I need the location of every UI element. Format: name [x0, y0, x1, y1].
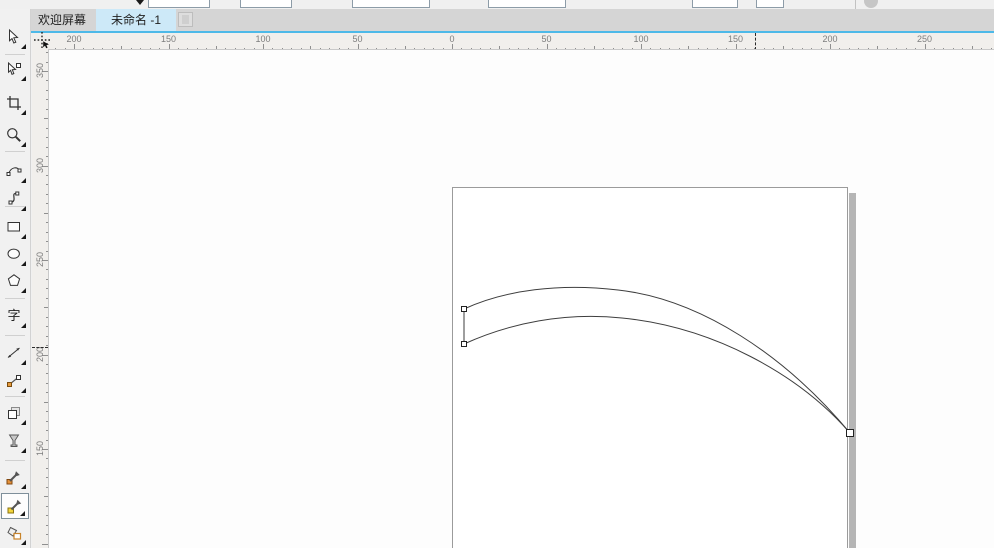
ruler-label: 200: [35, 348, 45, 362]
propbar-field[interactable]: [240, 0, 292, 8]
ruler-label: 350: [35, 64, 45, 78]
polygon-tool[interactable]: [1, 269, 29, 295]
propbar-field[interactable]: [148, 0, 210, 8]
page-shadow: [849, 193, 856, 548]
tab-untitled-1[interactable]: 未命名 -1: [96, 9, 176, 31]
ellipse-tool[interactable]: [1, 242, 29, 268]
toolbox-divider: [5, 151, 25, 152]
flyout-arrow-icon: [20, 511, 25, 516]
contour-tool[interactable]: [1, 401, 29, 427]
propbar-field[interactable]: [692, 0, 738, 8]
ruler-label: 50: [352, 34, 362, 44]
flyout-arrow-icon: [21, 234, 26, 239]
ruler-label: 100: [633, 34, 648, 44]
toolbox-divider: [5, 460, 25, 461]
ruler-label: 150: [161, 34, 176, 44]
ruler-label: 200: [66, 34, 81, 44]
ruler-label: 250: [917, 34, 932, 44]
tab-welcome-screen[interactable]: 欢迎屏幕: [28, 9, 96, 31]
ruler-label: 250: [35, 253, 45, 267]
ruler-label: 200: [822, 34, 837, 44]
toolbox-divider: [5, 54, 25, 55]
toolbox-divider: [5, 206, 25, 207]
ruler-label: 0: [449, 34, 454, 44]
pick-tool[interactable]: [1, 25, 29, 51]
smart-fill-tool[interactable]: [1, 521, 29, 547]
toolbox-divider: [5, 298, 25, 299]
propbar-divider: [855, 0, 856, 9]
flyout-arrow-icon: [21, 420, 26, 425]
flyout-arrow-icon: [21, 76, 26, 81]
text-tool[interactable]: 字: [1, 304, 29, 330]
ruler-label: 100: [255, 34, 270, 44]
flyout-arrow-icon: [21, 288, 26, 293]
page[interactable]: [452, 187, 848, 548]
flyout-arrow-icon: [21, 261, 26, 266]
propbar-field[interactable]: [756, 0, 784, 8]
new-document-icon[interactable]: [178, 12, 193, 27]
toolbox: 字: [0, 9, 31, 548]
fill-tool[interactable]: [1, 493, 29, 519]
dropdown-arrow-icon[interactable]: [136, 0, 144, 5]
flyout-arrow-icon: [21, 110, 26, 115]
flyout-arrow-icon: [21, 540, 26, 545]
svg-text:字: 字: [7, 308, 20, 323]
flyout-arrow-icon: [21, 360, 26, 365]
property-bar-partial: [0, 0, 994, 9]
propbar-field[interactable]: [488, 0, 566, 8]
flyout-arrow-icon: [21, 323, 26, 328]
flyout-arrow-icon: [21, 448, 26, 453]
connector-tool[interactable]: [1, 369, 29, 395]
flyout-arrow-icon: [21, 388, 26, 393]
shape-tool[interactable]: [1, 57, 29, 83]
shape-tool-cursor-icon: [33, 31, 51, 49]
ruler-label: 150: [728, 34, 743, 44]
cursor-position-marker: [755, 33, 756, 50]
bspline-tool[interactable]: [1, 187, 29, 213]
flyout-arrow-icon: [21, 142, 26, 147]
coreldraw-window: 欢迎屏幕 未命名 -1 字 350 300 250 200 150 200 150 100 5…: [0, 0, 994, 548]
freehand-tool[interactable]: [1, 159, 29, 185]
ruler-label: 150: [35, 442, 45, 456]
dimension-tool[interactable]: [1, 341, 29, 367]
propbar-field[interactable]: [352, 0, 430, 8]
crop-tool[interactable]: [1, 91, 29, 117]
ruler-label: 300: [35, 159, 45, 173]
flyout-arrow-icon: [21, 484, 26, 489]
cursor-position-marker: [32, 347, 48, 348]
eyedropper-tool[interactable]: [1, 465, 29, 491]
document-tab-bar: 欢迎屏幕 未命名 -1: [0, 9, 994, 31]
flyout-arrow-icon: [21, 178, 26, 183]
toolbox-divider: [5, 396, 25, 397]
toolbox-divider: [5, 335, 25, 336]
transparency-tool[interactable]: [1, 429, 29, 455]
rectangle-tool[interactable]: [1, 215, 29, 241]
horizontal-ruler[interactable]: 200 150 100 50 0 50 100 150 200 250: [48, 33, 994, 50]
zoom-tool[interactable]: [1, 123, 29, 149]
propbar-button-partial[interactable]: [864, 0, 878, 8]
flyout-arrow-icon: [21, 44, 26, 49]
vertical-ruler[interactable]: 350 300 250 200 150: [32, 33, 48, 548]
ruler-label: 50: [541, 34, 551, 44]
